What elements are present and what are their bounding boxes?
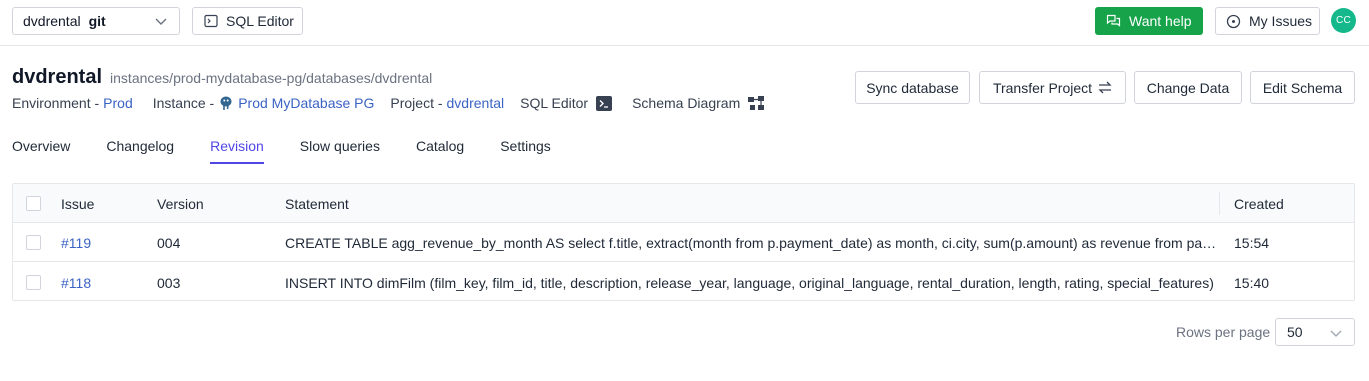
column-header-statement[interactable]: Statement [285,184,1219,223]
diagram-icon [748,95,765,110]
want-help-button[interactable]: Want help [1095,7,1203,35]
database-selector-name: dvdrental [23,13,81,29]
chevron-down-icon [155,18,167,25]
database-path: instances/prod-mydatabase-pg/databases/d… [110,70,433,86]
statement-cell: CREATE TABLE agg_revenue_by_month AS sel… [285,223,1219,262]
created-cell: 15:40 [1234,274,1270,291]
row-check-cell [26,223,42,262]
row-check-cell [26,263,42,302]
database-tabs: Overview Changelog Revision Slow queries… [12,138,587,164]
tab-changelog[interactable]: Changelog [106,138,174,164]
database-selector[interactable]: dvdrental git [12,7,180,35]
issue-link[interactable]: #119 [61,223,151,262]
change-data-label: Change Data [1146,79,1230,96]
sql-editor-link[interactable]: SQL Editor [520,95,616,111]
database-meta: Environment - Prod Instance - Prod MyDat… [12,95,784,111]
row-checkbox[interactable] [26,275,41,290]
sql-editor-button[interactable]: SQL Editor [192,7,303,35]
rows-per-page-select[interactable]: 50 [1275,318,1355,346]
environment-label: Environment - [12,95,100,111]
sync-database-label: Sync database [866,79,959,96]
tab-catalog[interactable]: Catalog [416,138,464,164]
statement-cell: INSERT INTO dimFilm (film_key, film_id, … [285,263,1219,302]
table-header: Issue Version Statement Created [13,184,1354,223]
issue-link[interactable]: #118 [61,263,151,302]
tab-settings[interactable]: Settings [500,138,551,164]
change-data-button[interactable]: Change Data [1134,71,1242,104]
sql-editor-link-label: SQL Editor [520,95,589,111]
database-header: dvdrental instances/prod-mydatabase-pg/d… [12,66,432,89]
swap-arrows-icon [1098,81,1112,94]
column-header-created[interactable]: Created [1234,184,1344,223]
project-label: Project - [390,95,443,111]
instance-info: Instance - Prod MyDatabase PG [153,95,375,111]
transfer-project-label: Transfer Project [992,79,1093,96]
rows-per-page-value: 50 [1287,324,1303,340]
edit-schema-button[interactable]: Edit Schema [1250,71,1355,104]
select-all-checkbox[interactable] [26,196,41,211]
instance-link[interactable]: Prod MyDatabase PG [238,95,374,111]
transfer-project-button[interactable]: Transfer Project [979,71,1126,104]
sql-editor-button-label: SQL Editor [226,13,294,29]
sync-database-button[interactable]: Sync database [855,71,970,104]
revision-table: Issue Version Statement Created #119 004… [12,183,1355,301]
row-checkbox[interactable] [26,235,41,250]
rows-per-page-label: Rows per page [1176,324,1271,340]
table-row[interactable]: #119 004 CREATE TABLE agg_revenue_by_mon… [13,223,1354,262]
project-info: Project - dvdrental [390,95,504,111]
statement-text: CREATE TABLE agg_revenue_by_month AS sel… [285,234,1219,251]
environment-info: Environment - Prod [12,95,133,111]
user-avatar[interactable]: CC [1331,8,1356,33]
issue-circle-icon [1226,14,1241,28]
table-row[interactable]: #118 003 INSERT INTO dimFilm (film_key, … [13,263,1354,302]
created-cell: 15:54 [1234,234,1270,251]
project-link[interactable]: dvdrental [447,95,505,111]
tab-overview[interactable]: Overview [12,138,70,164]
schema-diagram-link[interactable]: Schema Diagram [632,95,768,111]
database-selector-tag: git [88,13,106,29]
top-bar: dvdrental git SQL Editor Want help My Is… [0,0,1369,46]
my-issues-button[interactable]: My Issues [1215,7,1320,35]
my-issues-label: My Issues [1249,13,1313,29]
terminal-icon [204,14,218,28]
tab-slow-queries[interactable]: Slow queries [300,138,380,164]
environment-link[interactable]: Prod [103,95,133,111]
page-title: dvdrental [12,66,103,88]
column-header-issue[interactable]: Issue [61,184,151,223]
select-all-cell [26,184,42,223]
version-cell: 004 [157,234,181,251]
terminal-icon [596,95,613,111]
tab-revision[interactable]: Revision [210,138,264,164]
instance-label: Instance - [152,95,215,111]
edit-schema-label: Edit Schema [1262,79,1343,96]
column-header-version[interactable]: Version [157,184,267,223]
schema-diagram-link-label: Schema Diagram [632,95,741,111]
chevron-down-icon [1330,330,1342,337]
chat-icon [1106,14,1121,27]
statement-text: INSERT INTO dimFilm (film_key, film_id, … [285,274,1214,291]
column-divider[interactable] [1219,192,1220,215]
version-cell: 003 [157,274,181,291]
postgresql-icon [220,96,232,110]
want-help-label: Want help [1129,13,1192,29]
